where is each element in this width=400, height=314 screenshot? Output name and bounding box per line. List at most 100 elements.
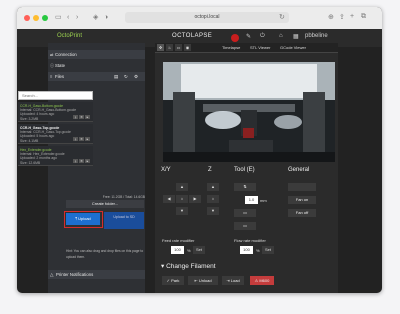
upload-highlight: ⤒ Upload bbox=[64, 211, 103, 228]
tab-overview-icon[interactable]: ⧉ bbox=[361, 13, 366, 21]
download-icon[interactable]: ⊕ bbox=[328, 13, 334, 21]
upload-button[interactable]: ⤒ Upload bbox=[66, 213, 100, 225]
y-minus-button[interactable]: ▼ bbox=[176, 207, 188, 215]
download-file-icon[interactable]: ⤓ bbox=[73, 115, 78, 119]
mm-unit: mm bbox=[260, 198, 267, 203]
load-file-icon[interactable]: ▸ bbox=[85, 159, 90, 163]
file-item[interactable]: CCR-H_Gaso-Bottom.gcode Internal: CCR-H_… bbox=[18, 102, 93, 122]
motors-off-button[interactable] bbox=[288, 183, 316, 191]
bell-notify-icon: △ bbox=[50, 272, 54, 277]
general-heading: General bbox=[288, 167, 310, 173]
wrench-files-icon[interactable]: ⚙ bbox=[134, 72, 138, 81]
sd-card-icon[interactable]: ▤ bbox=[114, 72, 118, 81]
tab-control-icon[interactable]: ✥ bbox=[157, 44, 164, 51]
drag-drop-hint: Hint: You can also drag and drop files o… bbox=[66, 249, 144, 259]
tab-gcode-viewer[interactable]: GCode Viewer bbox=[280, 44, 306, 51]
refresh-files-icon[interactable]: ↻ bbox=[124, 72, 128, 81]
new-tab-icon[interactable]: + bbox=[350, 13, 354, 20]
brand-link[interactable]: OctoPrint bbox=[57, 33, 82, 39]
m600-button[interactable]: ⚠ M600 bbox=[250, 276, 274, 285]
extrude-button[interactable]: ▭ bbox=[234, 209, 256, 217]
change-filament-label: Change Filament bbox=[166, 263, 216, 270]
printer-notifications-section[interactable]: △ Printer Notifications bbox=[48, 270, 145, 279]
m600-label: M600 bbox=[259, 278, 270, 283]
record-icon[interactable] bbox=[231, 34, 239, 42]
load-file-icon[interactable]: ▸ bbox=[85, 115, 90, 119]
tab-bar: ✥ ♨ ▭ ◉ Timelapse STL Viewer GCode Viewe… bbox=[155, 43, 338, 53]
feed-rate-label: Feed rate modifier bbox=[162, 238, 195, 243]
download-file-icon[interactable]: ⤓ bbox=[73, 137, 78, 141]
tab-camera-icon[interactable]: ◉ bbox=[184, 44, 191, 51]
filament-bar: ✓ Park ⇤ Unload ⇥ Load ⚠ M600 bbox=[162, 276, 338, 285]
park-label: Park bbox=[171, 278, 180, 283]
bell-icon[interactable]: ⌂ bbox=[279, 33, 283, 39]
fan-on-button[interactable]: Fan on bbox=[288, 196, 316, 204]
tool-select[interactable]: ⇅ bbox=[234, 183, 256, 191]
octolapse-title: OCTOLAPSE bbox=[172, 33, 213, 39]
state-label: State bbox=[55, 63, 66, 68]
shield-icon[interactable]: ◈ bbox=[93, 13, 98, 23]
state-section[interactable]: ⓘ State bbox=[48, 61, 145, 70]
file-item[interactable]: Hex_Extender.gcode Internal: Hex_Extende… bbox=[18, 146, 93, 166]
tab-terminal-icon[interactable]: ▭ bbox=[175, 44, 182, 51]
file-search-input[interactable] bbox=[18, 91, 93, 100]
browser-toolbar: ▭ ‹ › ◈ ◑ octopi.local ↻ ⊕ ⇪ + ⧉ bbox=[17, 7, 382, 30]
webcam-image bbox=[163, 62, 335, 162]
y-plus-button[interactable]: ▲ bbox=[176, 183, 188, 191]
x-minus-button[interactable]: ◀ bbox=[163, 195, 175, 203]
load-file-icon[interactable]: ▸ bbox=[85, 137, 90, 141]
delete-file-icon[interactable]: ✕ bbox=[79, 137, 84, 141]
minimize-window-button[interactable] bbox=[33, 15, 39, 21]
extrude-length-input[interactable]: 1.0 bbox=[245, 196, 258, 204]
create-folder-button[interactable]: Create folder... bbox=[66, 200, 144, 208]
wrench-icon[interactable]: ✎ bbox=[246, 33, 251, 40]
webcam-stream bbox=[163, 62, 335, 162]
park-button[interactable]: ✓ Park bbox=[162, 276, 184, 285]
home-z-button[interactable]: ⌂ bbox=[207, 195, 219, 203]
address-bar[interactable]: octopi.local bbox=[125, 12, 289, 23]
close-window-button[interactable] bbox=[24, 15, 30, 21]
sidebar-toggle-icon[interactable]: ▭ bbox=[55, 13, 62, 23]
feed-percent: % bbox=[187, 248, 191, 253]
z-plus-button[interactable]: ▲ bbox=[207, 183, 219, 191]
forward-icon[interactable]: › bbox=[76, 13, 78, 23]
feed-set-button[interactable]: Set bbox=[193, 246, 205, 254]
fan-off-button[interactable]: Fan off bbox=[288, 209, 316, 217]
flow-rate-input[interactable]: 100 bbox=[240, 246, 253, 254]
tab-temp-icon[interactable]: ♨ bbox=[166, 44, 173, 51]
home-xy-button[interactable]: ⌂ bbox=[176, 195, 188, 203]
retract-button[interactable]: ▭ bbox=[234, 222, 256, 230]
connection-section[interactable]: ⇌ Connection bbox=[48, 50, 145, 59]
load-label: Load bbox=[230, 278, 240, 283]
power-icon[interactable]: ⏻ bbox=[260, 33, 265, 40]
reader-icon[interactable]: ◑ bbox=[104, 13, 108, 23]
tab-stl-viewer[interactable]: STL Viewer bbox=[250, 44, 270, 51]
refresh-icon[interactable]: ↻ bbox=[279, 13, 285, 21]
unload-button[interactable]: ⇤ Unload bbox=[188, 276, 218, 285]
back-icon[interactable]: ‹ bbox=[67, 13, 69, 23]
tab-timelapse[interactable]: Timelapse bbox=[222, 44, 240, 51]
flow-rate-label: Flow rate modifier bbox=[234, 238, 266, 243]
upload-label: Upload bbox=[78, 216, 91, 221]
z-minus-button[interactable]: ▼ bbox=[207, 207, 219, 215]
grid-icon[interactable]: ▦ bbox=[293, 33, 299, 40]
load-button[interactable]: ⇥ Load bbox=[222, 276, 244, 285]
delete-file-icon[interactable]: ✕ bbox=[79, 115, 84, 119]
user-menu[interactable]: pbbeline bbox=[305, 33, 328, 39]
files-label: Files bbox=[55, 74, 65, 79]
feed-rate-input[interactable]: 100 bbox=[171, 246, 184, 254]
info-icon: ⓘ bbox=[50, 63, 54, 68]
x-plus-button[interactable]: ▶ bbox=[189, 195, 201, 203]
files-section[interactable]: ≡ Files ▤ ↻ ⚙ bbox=[48, 72, 145, 81]
zoom-window-button[interactable] bbox=[42, 15, 48, 21]
delete-file-icon[interactable]: ✕ bbox=[79, 159, 84, 163]
download-file-icon[interactable]: ⤓ bbox=[73, 159, 78, 163]
list-icon: ≡ bbox=[50, 74, 53, 79]
flow-set-button[interactable]: Set bbox=[262, 246, 274, 254]
upload-to-sd-button[interactable]: Upload to SD bbox=[104, 212, 144, 229]
share-icon[interactable]: ⇪ bbox=[339, 13, 345, 21]
storage-usage: Free: 11.2GB / Total: 14.6GB bbox=[102, 195, 145, 199]
change-filament-heading[interactable]: ▾ Change Filament bbox=[161, 262, 216, 270]
connection-label: Connection bbox=[55, 52, 77, 57]
file-item[interactable]: CCR-H_Gaso-Top.gcode Internal: CCR-H_Gas… bbox=[18, 124, 93, 144]
